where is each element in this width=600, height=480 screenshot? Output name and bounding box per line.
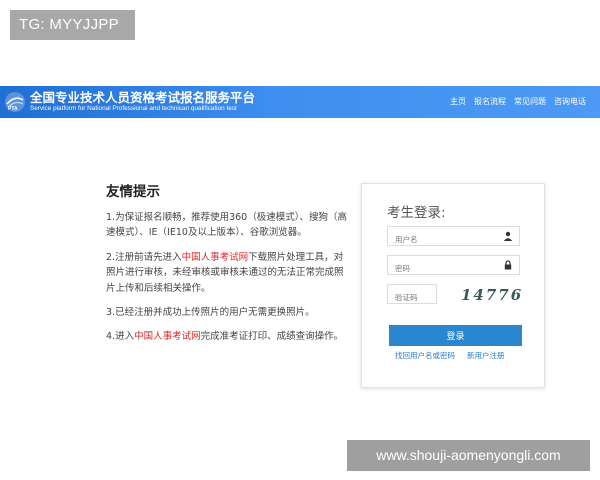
forgot-credentials-link[interactable]: 找回用户名或密码 bbox=[395, 351, 455, 360]
top-nav: 主页 报名流程 常见问题 咨询电话 bbox=[450, 96, 586, 107]
watermark-bottom: www.shouji-aomenyongli.com bbox=[347, 440, 590, 471]
nav-contact-phone[interactable]: 咨询电话 bbox=[554, 96, 586, 107]
login-panel: 考生登录: 14776 登录 找回用户名或密码 新用户注册 bbox=[361, 183, 545, 388]
login-links: 找回用户名或密码 新用户注册 bbox=[395, 350, 505, 361]
logo-text: PTA bbox=[8, 106, 18, 112]
nav-home[interactable]: 主页 bbox=[450, 96, 466, 107]
tip-item-2: 2.注册前请先进入中国人事考试网下载照片处理工具，对照片进行审核，未经审核或审核… bbox=[106, 250, 351, 296]
tip-item-2-pre: 2.注册前请先进入 bbox=[106, 251, 182, 263]
tip-item-4-pre: 4.进入 bbox=[106, 331, 135, 343]
login-title: 考生登录: bbox=[387, 205, 446, 221]
header-bar: PTA 全国专业技术人员资格考试报名服务平台 Service platform … bbox=[0, 86, 600, 118]
user-icon bbox=[503, 231, 513, 241]
captcha-input[interactable] bbox=[388, 288, 437, 307]
password-input[interactable] bbox=[388, 259, 495, 278]
register-link[interactable]: 新用户注册 bbox=[467, 351, 505, 360]
cpta-link[interactable]: 中国人事考试网 bbox=[182, 252, 249, 263]
site-subtitle: Service platform for National Profession… bbox=[30, 105, 237, 112]
tip-item-4: 4.进入中国人事考试网完成准考证打印、成绩查询操作。 bbox=[106, 329, 351, 344]
captcha-field bbox=[387, 284, 437, 307]
tip-item-1: 1.为保证报名顺畅，推荐使用360（极速模式）、搜狗（高速模式）、IE（IE10… bbox=[106, 212, 347, 239]
watermark-top: TG: MYYJJPP bbox=[10, 10, 135, 40]
pta-logo-icon: PTA bbox=[5, 92, 25, 112]
captcha-image[interactable]: 14776 bbox=[461, 286, 521, 308]
tips-section: 友情提示 1.为保证报名顺畅，推荐使用360（极速模式）、搜狗（高速模式）、IE… bbox=[106, 180, 351, 354]
nav-registration-process[interactable]: 报名流程 bbox=[474, 96, 506, 107]
username-input[interactable] bbox=[388, 230, 495, 249]
tip-item-3: 3.已经注册并成功上传照片的用户无需更换照片。 bbox=[106, 307, 315, 319]
lock-icon bbox=[504, 260, 512, 270]
nav-faq[interactable]: 常见问题 bbox=[514, 96, 546, 107]
login-button[interactable]: 登录 bbox=[389, 325, 522, 346]
tips-heading: 友情提示 bbox=[106, 184, 160, 200]
password-field bbox=[387, 255, 520, 278]
site-title: 全国专业技术人员资格考试报名服务平台 bbox=[30, 90, 256, 105]
cpta-link-2[interactable]: 中国人事考试网 bbox=[134, 331, 201, 342]
tip-item-4-post: 完成准考证打印、成绩查询操作。 bbox=[200, 331, 344, 343]
username-field bbox=[387, 226, 520, 249]
